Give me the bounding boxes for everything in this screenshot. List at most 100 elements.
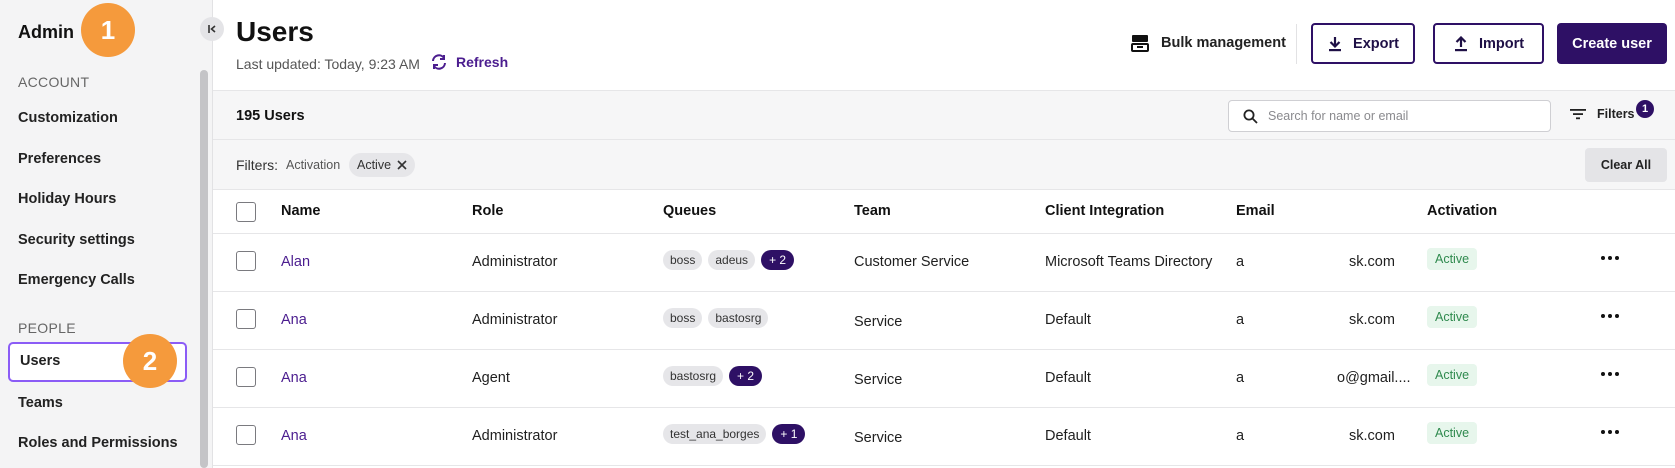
sidebar-scrollbar[interactable] [200,70,208,468]
sidebar-item-emergency-calls[interactable]: Emergency Calls [18,272,135,288]
user-integration: Microsoft Teams Directory [1045,254,1213,270]
sidebar-item-teams[interactable]: Teams [18,395,63,411]
sidebar-title: Admin [18,22,74,42]
col-email[interactable]: Email [1236,203,1275,219]
user-role: Administrator [472,428,558,444]
bulk-icon [1131,35,1149,52]
queue-more-badge[interactable]: + 1 [772,424,806,444]
kebab-icon[interactable] [1601,256,1619,260]
user-email-end: sk.com [1349,428,1395,444]
queue-chip: test_ana_borges [663,424,767,444]
search-box[interactable] [1228,100,1551,132]
row-checkbox[interactable] [236,309,256,329]
table-row[interactable]: Ana Administrator boss bastosrg Service … [213,292,1675,350]
kebab-icon[interactable] [1601,430,1619,434]
col-activation[interactable]: Activation [1427,203,1497,219]
queue-more-badge[interactable]: + 2 [761,250,795,270]
select-all-checkbox[interactable] [236,202,256,222]
row-checkbox[interactable] [236,251,256,271]
user-role: Administrator [472,254,558,270]
status-badge: Active [1427,422,1478,444]
search-input[interactable] [1268,109,1528,123]
collapse-icon [208,25,216,33]
queue-more-badge[interactable]: + 2 [729,366,763,386]
bulk-management-button[interactable]: Bulk management [1131,34,1286,52]
filters-button[interactable]: Filters [1569,107,1635,121]
import-button[interactable]: Import [1433,23,1544,64]
refresh-icon [432,54,446,70]
user-name-link[interactable]: Alan [281,254,310,270]
queue-chip: adeus [708,250,756,270]
sidebar-item-security-settings[interactable]: Security settings [18,232,135,248]
user-team: Service [854,314,903,330]
sidebar-item-preferences[interactable]: Preferences [18,151,101,167]
row-checkbox[interactable] [236,425,256,445]
create-user-button[interactable]: Create user [1557,23,1667,64]
sidebar-item-customization[interactable]: Customization [18,110,118,126]
col-name[interactable]: Name [281,203,321,219]
filter-count-badge: 1 [1636,100,1654,118]
user-name-link[interactable]: Ana [281,312,307,328]
sidebar-item-holiday-hours[interactable]: Holiday Hours [18,191,116,207]
export-button[interactable]: Export [1311,23,1415,64]
collapse-sidebar-button[interactable] [200,17,224,41]
filter-icon [1570,109,1586,120]
col-team[interactable]: Team [854,203,891,219]
users-table: Name Role Queues Team Client Integration… [213,190,1675,466]
filters-prefix: Filters: [236,157,278,173]
user-role: Agent [472,370,510,386]
filter-chip-active[interactable]: Active [349,153,416,177]
user-queues: boss bastosrg [663,308,769,328]
user-role: Administrator [472,312,558,328]
header-divider [1296,24,1297,64]
active-filters-bar: Filters: Activation Active Clear All [213,140,1675,190]
col-queues[interactable]: Queues [663,203,716,219]
last-updated: Last updated: Today, 9:23 AM [236,56,420,72]
user-email-end: sk.com [1349,312,1395,328]
user-team: Customer Service [854,254,970,270]
queue-chip: bastosrg [663,366,724,386]
kebab-icon[interactable] [1601,372,1619,376]
filters-label: Filters [1597,107,1635,121]
table-row[interactable]: Ana Administrator test_ana_borges + 1 Se… [213,408,1675,466]
status-badge: Active [1427,306,1478,328]
user-team: Service [854,430,903,446]
user-integration: Default [1045,428,1091,444]
status-badge: Active [1427,248,1478,270]
user-email-start: a [1236,428,1245,444]
close-icon[interactable] [397,160,407,170]
import-label: Import [1478,35,1525,52]
kebab-icon[interactable] [1601,314,1619,318]
page-title: Users [236,16,314,47]
user-queues: bastosrg + 2 [663,366,763,386]
table-row[interactable]: Ana Agent bastosrg + 2 Service Default a… [213,350,1675,408]
table-row[interactable]: Alan Administrator boss adeus + 2 Custom… [213,234,1675,292]
queue-chip: boss [663,308,703,328]
clear-all-button[interactable]: Clear All [1585,148,1667,182]
refresh-label: Refresh [456,54,509,70]
user-queues: test_ana_borges + 1 [663,424,806,444]
users-toolbar: 195 Users Filters 1 [213,90,1675,140]
user-email-start: a [1236,254,1245,270]
user-email-start: a [1236,312,1245,328]
sidebar-item-label: Users [20,353,61,369]
user-team: Service [854,372,903,388]
filter-chip-label: Active [357,158,392,172]
refresh-button[interactable]: Refresh [430,54,508,70]
user-integration: Default [1045,312,1091,328]
status-badge: Active [1427,364,1478,386]
step-marker-1: 1 [81,3,135,57]
sidebar-item-roles-permissions[interactable]: Roles and Permissions [18,435,178,451]
col-role[interactable]: Role [472,203,503,219]
section-people: PEOPLE [18,320,76,336]
section-account: ACCOUNT [18,74,90,90]
row-checkbox[interactable] [236,367,256,387]
table-header: Name Role Queues Team Client Integration… [213,190,1675,234]
user-name-link[interactable]: Ana [281,370,307,386]
col-client-integration[interactable]: Client Integration [1045,203,1164,219]
user-name-link[interactable]: Ana [281,428,307,444]
upload-icon [1454,35,1467,51]
queue-chip: boss [663,250,703,270]
queue-chip: bastosrg [708,308,769,328]
user-email-start: a [1236,370,1245,386]
